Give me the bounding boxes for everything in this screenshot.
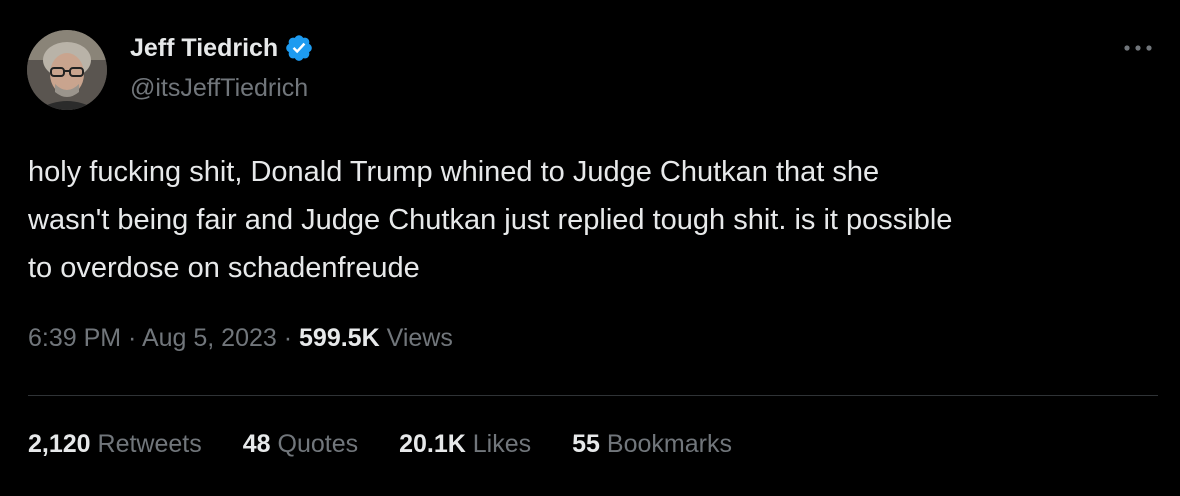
quotes-label: Quotes xyxy=(277,430,359,458)
likes-label: Likes xyxy=(472,430,532,458)
quotes-count: 48 xyxy=(242,430,271,458)
likes-count: 20.1K xyxy=(399,430,466,458)
tweet-text-line: to overdose on schadenfreude xyxy=(28,252,420,284)
views-count: 599.5K xyxy=(299,324,380,352)
divider xyxy=(28,395,1158,396)
retweets-label: Retweets xyxy=(97,430,202,458)
views-label: Views xyxy=(386,324,453,352)
ellipsis-horizontal-icon xyxy=(1124,45,1152,51)
author-handle[interactable]: @itsJeffTiedrich xyxy=(130,74,308,103)
more-options-button[interactable] xyxy=(1120,36,1156,60)
tweet-text-line: holy fucking shit, Donald Trump whined t… xyxy=(28,156,880,188)
bookmarks-label: Bookmarks xyxy=(606,430,732,458)
tweet-meta: 6:39 PM · Aug 5, 2023 · 599.5K Views xyxy=(28,324,453,353)
tweet-card: Jeff Tiedrich @itsJeffTiedrich holy fuck… xyxy=(0,0,1180,496)
retweets-stat[interactable]: 2,120 Retweets xyxy=(28,430,202,459)
tweet-time[interactable]: 6:39 PM xyxy=(28,324,121,352)
meta-separator: · xyxy=(121,324,142,352)
tweet-text-line: wasn't being fair and Judge Chutkan just… xyxy=(28,204,953,236)
quotes-stat[interactable]: 48 Quotes xyxy=(243,430,358,459)
bookmarks-stat[interactable]: 55 Bookmarks xyxy=(572,430,732,459)
avatar[interactable] xyxy=(27,30,107,110)
tweet-date[interactable]: Aug 5, 2023 xyxy=(142,324,277,352)
tweet-text: holy fucking shit, Donald Trump whined t… xyxy=(28,148,1158,292)
author-name-row[interactable]: Jeff Tiedrich xyxy=(130,33,314,63)
verified-badge-icon[interactable] xyxy=(284,33,314,63)
display-name[interactable]: Jeff Tiedrich xyxy=(130,34,278,63)
likes-stat[interactable]: 20.1K Likes xyxy=(399,430,531,459)
avatar-image xyxy=(27,30,107,110)
retweets-count: 2,120 xyxy=(28,430,91,458)
engagement-stats: 2,120 Retweets 48 Quotes 20.1K Likes 55 … xyxy=(28,430,773,459)
bookmarks-count: 55 xyxy=(572,430,600,458)
meta-separator: · xyxy=(276,324,300,352)
